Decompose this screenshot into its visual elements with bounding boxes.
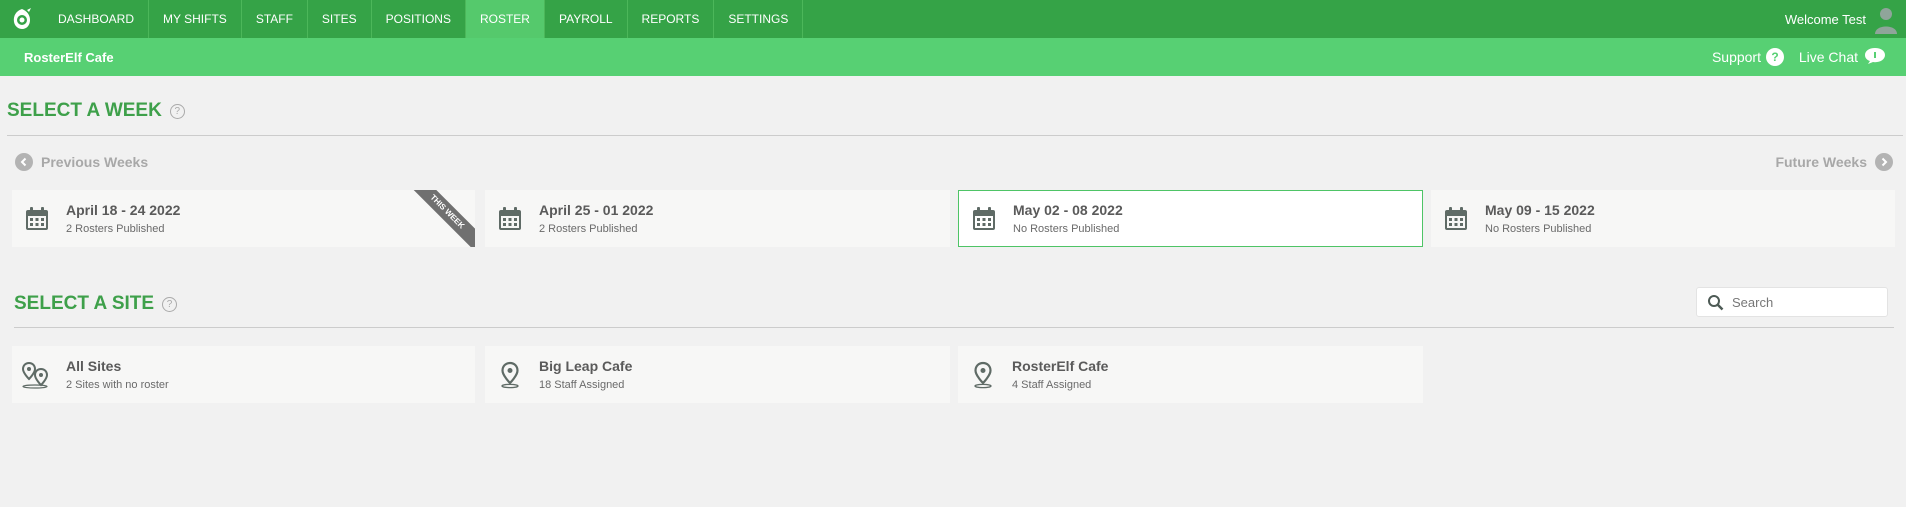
week-title: May 09 - 15 2022 xyxy=(1485,202,1595,218)
chevron-right-icon xyxy=(1875,153,1893,171)
calendar-icon xyxy=(22,204,52,234)
site-card[interactable]: All Sites 2 Sites with no roster xyxy=(12,346,475,403)
live-chat-label: Live Chat xyxy=(1798,49,1858,65)
future-weeks-link[interactable]: Future Weeks xyxy=(1775,153,1893,171)
this-week-ribbon: THIS WEEK xyxy=(405,190,475,247)
calendar-icon xyxy=(1441,204,1471,234)
week-help-icon[interactable]: ? xyxy=(169,103,185,119)
week-card-selected[interactable]: May 02 - 08 2022 No Rosters Published xyxy=(958,190,1423,247)
top-nav-bar: DASHBOARD MY SHIFTS STAFF SITES POSITION… xyxy=(0,0,1906,38)
live-chat-link[interactable]: Live Chat xyxy=(1799,38,1886,76)
site-subtitle: 2 Sites with no roster xyxy=(66,379,169,391)
week-roster-status: No Rosters Published xyxy=(1485,223,1592,235)
location-pin-icon xyxy=(495,360,525,390)
previous-weeks-link[interactable]: Previous Weeks xyxy=(15,153,148,171)
nav-staff[interactable]: STAFF xyxy=(242,0,308,38)
week-title: April 25 - 01 2022 xyxy=(539,202,654,218)
chevron-left-icon xyxy=(15,153,33,171)
site-help-icon[interactable]: ? xyxy=(162,296,178,312)
week-roster-status: 2 Rosters Published xyxy=(539,223,638,235)
nav-reports[interactable]: REPORTS xyxy=(628,0,715,38)
select-site-title: SELECT A SITE xyxy=(14,293,155,314)
previous-weeks-label: Previous Weeks xyxy=(41,154,149,170)
search-icon xyxy=(1707,294,1724,311)
site-subtitle: 4 Staff Assigned xyxy=(1012,379,1092,391)
nav-positions[interactable]: POSITIONS xyxy=(372,0,466,38)
site-search-box[interactable] xyxy=(1696,287,1888,317)
nav-roster[interactable]: ROSTER xyxy=(465,0,545,38)
week-card[interactable]: May 09 - 15 2022 No Rosters Published xyxy=(1431,190,1895,247)
chat-bubble-icon xyxy=(1864,47,1886,68)
main-nav: DASHBOARD MY SHIFTS STAFF SITES POSITION… xyxy=(44,0,804,38)
rosterelf-logo-icon[interactable] xyxy=(0,0,44,38)
week-roster-status: 2 Rosters Published xyxy=(66,223,165,235)
week-divider xyxy=(7,135,1903,136)
support-link[interactable]: Support ? xyxy=(1712,38,1784,76)
week-title: May 02 - 08 2022 xyxy=(1013,202,1123,218)
week-card[interactable]: April 25 - 01 2022 2 Rosters Published xyxy=(485,190,950,247)
location-pin-icon xyxy=(968,360,998,390)
nav-dashboard[interactable]: DASHBOARD xyxy=(44,0,150,38)
site-title: Big Leap Cafe xyxy=(539,358,633,374)
user-avatar-icon[interactable] xyxy=(1872,4,1900,34)
support-question-icon: ? xyxy=(1766,48,1784,66)
site-title: RosterElf Cafe xyxy=(1012,358,1109,374)
select-site-heading: SELECT A SITE ? xyxy=(14,293,178,315)
week-title: April 18 - 24 2022 xyxy=(66,202,181,218)
future-weeks-label: Future Weeks xyxy=(1775,154,1867,170)
calendar-icon xyxy=(495,204,525,234)
nav-my-shifts[interactable]: MY SHIFTS xyxy=(149,0,242,38)
nav-settings[interactable]: SETTINGS xyxy=(714,0,804,38)
site-divider xyxy=(14,327,1894,328)
multiple-locations-icon xyxy=(22,360,52,390)
company-bar: RosterElf Cafe Support ? Live Chat xyxy=(0,38,1906,76)
nav-payroll[interactable]: PAYROLL xyxy=(545,0,628,38)
site-title: All Sites xyxy=(66,358,122,374)
week-card[interactable]: April 18 - 24 2022 2 Rosters Published T… xyxy=(12,190,475,247)
select-week-title: SELECT A WEEK xyxy=(7,100,162,121)
select-week-heading: SELECT A WEEK ? xyxy=(7,100,185,122)
site-subtitle: 18 Staff Assigned xyxy=(539,379,625,391)
site-card[interactable]: RosterElf Cafe 4 Staff Assigned xyxy=(958,346,1423,403)
company-name: RosterElf Cafe xyxy=(24,49,114,65)
search-input[interactable] xyxy=(1732,294,1882,310)
week-roster-status: No Rosters Published xyxy=(1013,223,1120,235)
site-card[interactable]: Big Leap Cafe 18 Staff Assigned xyxy=(485,346,950,403)
welcome-text[interactable]: Welcome Test xyxy=(1785,0,1866,38)
nav-sites[interactable]: SITES xyxy=(308,0,372,38)
support-label: Support xyxy=(1711,49,1761,65)
calendar-icon xyxy=(969,204,999,234)
